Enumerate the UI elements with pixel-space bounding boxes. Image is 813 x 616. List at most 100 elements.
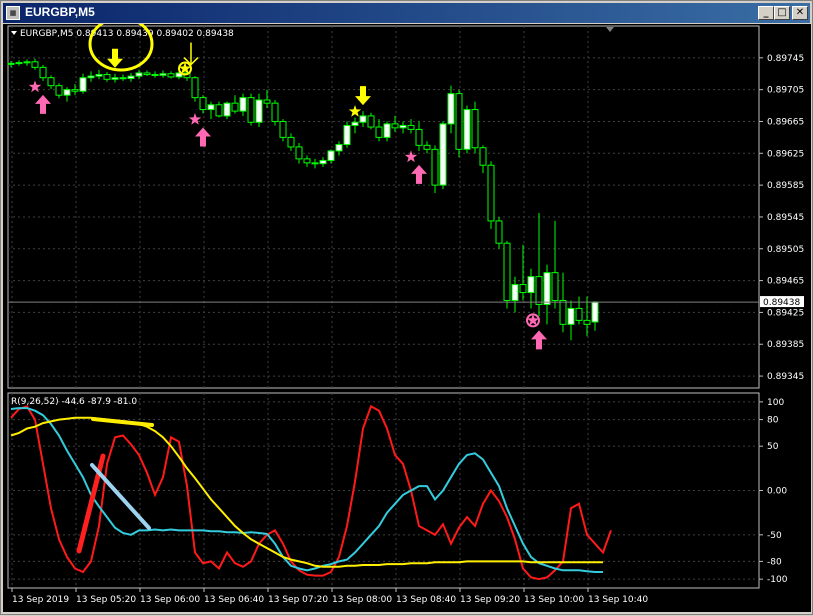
chart-area[interactable]: EURGBP,M5 0.89413 0.89439 0.89402 0.8943… — [3, 16, 811, 612]
candle — [15, 60, 23, 66]
price-label: 0.89585 — [767, 181, 804, 191]
candle — [447, 85, 455, 134]
up-arrow-icon — [411, 164, 427, 184]
price-label: 0.89505 — [767, 245, 804, 255]
candle — [295, 142, 303, 164]
candle — [439, 121, 447, 190]
candle — [191, 76, 199, 102]
candle — [511, 276, 519, 313]
time-label: 13 Sep 2019 — [12, 595, 69, 605]
down-arrow-outline-icon — [178, 42, 199, 76]
time-label: 13 Sep 05:20 — [76, 595, 136, 605]
candle — [79, 73, 87, 94]
indicator-grid — [8, 401, 759, 580]
indicator-axis: 100 80 50 0.00 -50 -80 -100 — [759, 398, 788, 585]
candle — [263, 89, 271, 108]
chart-shift-marker[interactable] — [606, 27, 614, 32]
candle — [199, 95, 207, 114]
candle — [271, 99, 279, 126]
maximize-button[interactable]: □ — [774, 6, 790, 20]
candle — [231, 95, 239, 114]
time-axis: 13 Sep 2019 13 Sep 05:20 13 Sep 06:00 13 Se… — [11, 588, 648, 605]
candle — [63, 87, 71, 102]
candle — [399, 121, 407, 134]
up-arrow-icon — [35, 94, 51, 114]
price-label: 0.89705 — [767, 86, 804, 96]
candle — [255, 93, 263, 128]
star-pink-icon — [28, 80, 42, 93]
candle — [327, 149, 335, 164]
up-arrow-icon — [531, 330, 547, 350]
candle — [167, 71, 175, 79]
indicator-level-label: 100 — [767, 398, 784, 408]
bid-price-label: 0.89438 — [763, 298, 800, 308]
time-label: 13 Sep 06:00 — [140, 595, 200, 605]
candle — [471, 101, 479, 154]
indicator-level-label: 0.00 — [767, 487, 787, 497]
candle — [495, 216, 503, 249]
chart-window: ▦ EURGBP,M5 _ □ ✕ EURGBP,M5 0.89413 0.89… — [0, 0, 813, 615]
candle — [591, 301, 599, 331]
candle — [55, 83, 63, 99]
candle — [367, 112, 375, 130]
candle — [455, 89, 463, 158]
chart-svg[interactable]: EURGBP,M5 0.89413 0.89439 0.89402 0.8943… — [3, 16, 811, 612]
main-chart-header: EURGBP,M5 0.89413 0.89439 0.89402 0.8943… — [20, 29, 234, 39]
candle — [343, 121, 351, 148]
candle — [543, 264, 551, 325]
candle — [423, 141, 431, 154]
candle — [159, 70, 167, 78]
candle — [487, 161, 495, 229]
indicator-level-label: -80 — [767, 557, 782, 567]
candle — [223, 101, 231, 120]
candle — [95, 69, 103, 80]
candle — [247, 93, 255, 126]
candle — [359, 111, 367, 128]
time-label: 13 Sep 09:20 — [460, 595, 520, 605]
annotations — [76, 16, 154, 554]
title-bar[interactable]: ▦ EURGBP,M5 _ □ ✕ — [3, 3, 810, 23]
maximize-icon: □ — [777, 7, 787, 18]
candle — [207, 101, 215, 120]
candle — [135, 69, 143, 80]
candle — [431, 145, 439, 194]
candle — [335, 141, 343, 156]
candle — [7, 61, 15, 68]
candle — [479, 145, 487, 174]
candle — [503, 240, 511, 309]
candle — [111, 73, 119, 83]
time-label: 13 Sep 10:40 — [588, 595, 648, 605]
price-label: 0.89345 — [767, 372, 804, 382]
candle — [279, 119, 287, 142]
price-label: 0.89385 — [767, 340, 804, 350]
candle — [575, 296, 583, 325]
indicator-level-label: 80 — [767, 416, 779, 426]
candle — [391, 115, 399, 132]
main-grid — [8, 26, 759, 588]
time-label: 13 Sep 08:00 — [332, 595, 392, 605]
candle — [383, 121, 391, 142]
candle — [215, 101, 223, 118]
time-label: 13 Sep 10:00 — [524, 595, 584, 605]
candles — [7, 58, 759, 341]
indicator-header: R(9,26,52) -44.6 -87.9 -81.0 — [11, 397, 137, 407]
candle — [39, 64, 47, 81]
minimize-button[interactable]: _ — [758, 6, 774, 20]
up-arrow-icon — [195, 127, 211, 147]
candle — [87, 71, 95, 82]
candle — [303, 155, 311, 167]
candle — [311, 158, 319, 169]
candle — [239, 93, 247, 116]
indicator-level-label: -50 — [767, 531, 782, 541]
candle — [47, 75, 55, 89]
price-label: 0.89625 — [767, 149, 804, 159]
time-label: 13 Sep 06:40 — [204, 595, 264, 605]
price-label: 0.89545 — [767, 213, 804, 223]
chart-window-icon: ▦ — [6, 6, 20, 20]
candle — [119, 74, 127, 81]
time-label: 13 Sep 07:20 — [268, 595, 328, 605]
candle — [567, 300, 575, 341]
indicator-line — [10, 404, 612, 581]
window-title: EURGBP,M5 — [25, 5, 95, 19]
close-button[interactable]: ✕ — [792, 6, 808, 20]
